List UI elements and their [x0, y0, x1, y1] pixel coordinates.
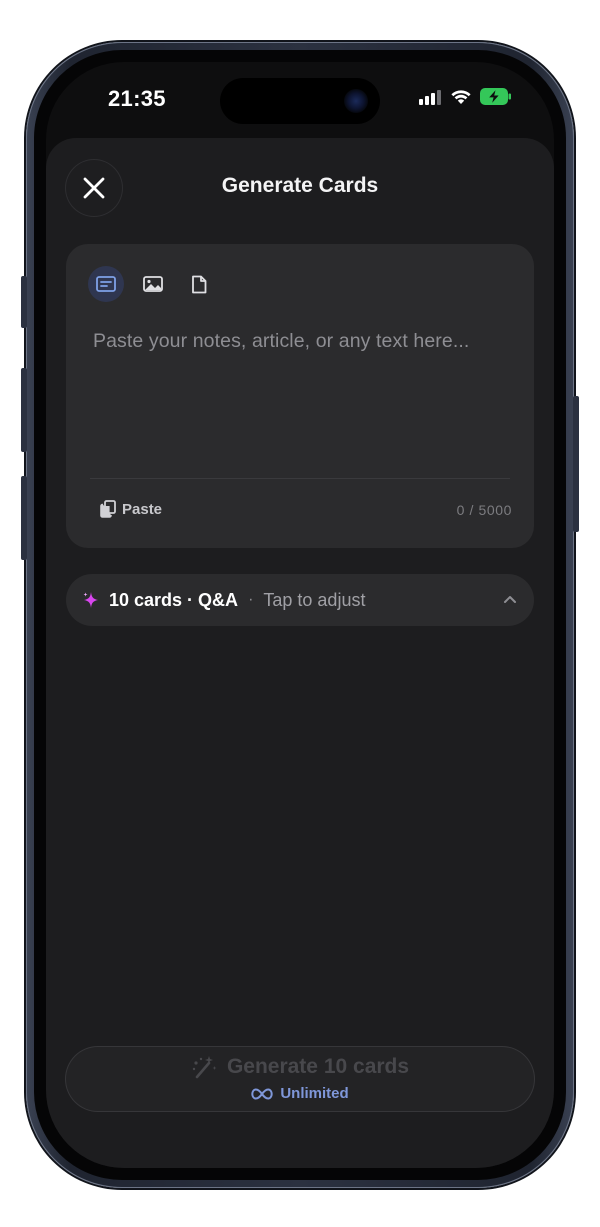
status-icons: [418, 88, 512, 105]
tab-document-mode[interactable]: [181, 266, 217, 302]
tab-image-mode[interactable]: [135, 266, 171, 302]
generate-row: Generate 10 cards: [66, 1055, 534, 1079]
paste-label: Paste: [122, 500, 163, 518]
generate-cards-sheet: Generate Cards Paste your notes, article…: [46, 138, 554, 1168]
magic-wand-icon: [192, 1056, 217, 1079]
volume-up-button: [21, 368, 27, 452]
volume-down-button: [21, 476, 27, 560]
image-icon: [143, 276, 163, 292]
document-icon: [192, 275, 207, 293]
settings-hint: Tap to adjust: [263, 589, 366, 610]
status-time: 21:35: [108, 86, 166, 111]
wifi-icon: [451, 90, 471, 104]
power-button: [573, 396, 579, 532]
plan-indicator: Unlimited: [66, 1085, 534, 1102]
infinity-icon: [251, 1087, 274, 1100]
battery-charging-icon: [480, 88, 511, 105]
front-camera: [344, 89, 368, 113]
generate-cards-button[interactable]: Generate 10 cards Unlimited: [66, 1047, 534, 1111]
settings-summary: 10 cards · Q&A: [109, 589, 239, 610]
sparkle-icon: [83, 592, 98, 608]
sheet-title: Generate Cards: [221, 174, 379, 197]
cellular-signal-icon: [419, 89, 441, 105]
character-counter: 0 / 5000: [456, 502, 512, 518]
settings-separator: ·: [248, 591, 254, 608]
divider: [90, 478, 510, 479]
tab-text-mode[interactable]: [88, 266, 124, 302]
text-input-card: Paste your notes, article, or any text h…: [66, 244, 534, 548]
card-settings-bar[interactable]: 10 cards · Q&A · Tap to adjust: [66, 574, 534, 626]
notes-text-area[interactable]: Paste your notes, article, or any text h…: [93, 330, 513, 353]
clipboard-icon: [100, 500, 116, 518]
unlimited-label: Unlimited: [280, 1085, 349, 1102]
chevron-up-icon[interactable]: [502, 592, 518, 608]
action-button: [21, 276, 27, 328]
generate-label: Generate 10 cards: [226, 1055, 410, 1078]
text-lines-icon: [96, 276, 116, 292]
paste-button[interactable]: Paste: [100, 500, 162, 518]
dynamic-island: [220, 78, 380, 124]
screen: 21:35 Generate Cards Paste your notes, a…: [46, 62, 554, 1168]
